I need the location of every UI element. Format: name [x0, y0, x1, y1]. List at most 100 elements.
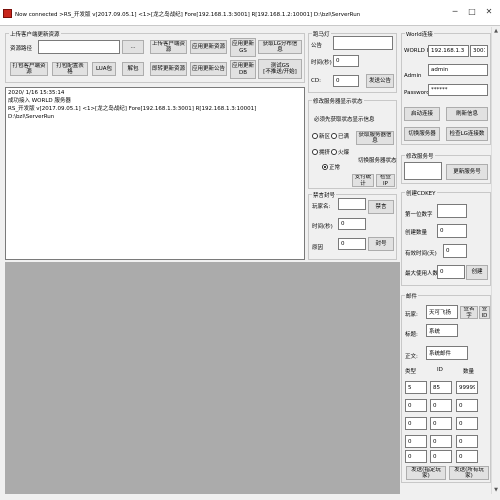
mail-item-count[interactable]: [456, 450, 478, 463]
radio-hot[interactable]: 火爆: [331, 148, 349, 156]
mail-item-type[interactable]: [405, 399, 427, 412]
world-ip-input[interactable]: [428, 45, 469, 57]
apply-notice-button[interactable]: 应用更新公告: [190, 62, 227, 76]
ban-reason-input[interactable]: [338, 238, 366, 250]
get-server-info-button[interactable]: 获取服务器信息: [356, 131, 394, 145]
radio-circle: [331, 133, 337, 139]
mail-item-id[interactable]: [430, 417, 452, 430]
app-icon: [3, 9, 12, 18]
mail-item-type[interactable]: [405, 381, 427, 394]
mail-player-label: 玩家:: [405, 312, 418, 318]
world-port-input[interactable]: [470, 45, 488, 57]
check-ip-button[interactable]: 检查IP: [376, 174, 395, 187]
pack-table-button[interactable]: 打包配置表格: [52, 62, 88, 76]
radio-full[interactable]: 已满: [331, 132, 349, 140]
mail-item-type[interactable]: [405, 417, 427, 430]
log-line: RS_开发版 v[2017.09.05.1] <1>[龙之岛战纪] Fore[1…: [8, 105, 257, 120]
mail-title-label: 标题:: [405, 332, 418, 338]
close-icon[interactable]: ✕: [483, 6, 495, 18]
browse-button[interactable]: ...: [122, 40, 144, 54]
resource-path-label: 资源路径: [10, 46, 33, 52]
get-lg-button[interactable]: 获取LG分布信息: [258, 40, 302, 54]
mail-item-id[interactable]: [430, 450, 452, 463]
mail-item-type[interactable]: [405, 435, 427, 448]
first-number-input[interactable]: [437, 204, 467, 218]
query-name-button[interactable]: 查名字: [460, 306, 478, 319]
sync-update-button[interactable]: 即转更新资源: [150, 62, 187, 76]
create-cdkey-button[interactable]: 创建: [466, 265, 488, 280]
check-lg-button[interactable]: 检查LG连接数: [446, 127, 488, 141]
refresh-info-button[interactable]: 刷新信息: [446, 107, 488, 121]
mail-item-count[interactable]: [456, 417, 478, 430]
mail-item-type[interactable]: [405, 450, 427, 463]
password-input[interactable]: [428, 84, 488, 96]
minimize-icon[interactable]: ─: [449, 6, 461, 18]
update-gs-button[interactable]: 应用更新 GS: [230, 38, 256, 57]
unpack-button[interactable]: 解包: [122, 62, 144, 76]
switch-server-button[interactable]: 切换服务器: [404, 127, 440, 141]
max-users-input[interactable]: [437, 265, 465, 279]
send-one-button[interactable]: 发送(指定玩家): [406, 466, 446, 480]
valid-time-input[interactable]: [443, 244, 467, 258]
apply-update-button[interactable]: 应用更新资源: [190, 40, 227, 54]
create-count-input[interactable]: [437, 224, 467, 238]
mail-player-input[interactable]: [426, 305, 458, 319]
radio-new[interactable]: 新区: [312, 132, 330, 140]
mail-title-input[interactable]: [426, 324, 458, 337]
scroll-up-icon[interactable]: ▲: [492, 27, 500, 35]
scroll-down-icon[interactable]: ▼: [492, 486, 500, 494]
update-serverno-button[interactable]: 更新服务号: [446, 164, 488, 180]
maximize-icon[interactable]: □: [466, 6, 478, 18]
create-count-label: 创建数量: [405, 230, 428, 236]
serverno-input[interactable]: [404, 162, 442, 180]
ban-reason-label: 原因: [312, 245, 324, 251]
mail-item-count[interactable]: [456, 435, 478, 448]
valid-time-label: 有效时间(天): [405, 251, 437, 257]
admin-input[interactable]: [428, 64, 488, 76]
ban-time-input[interactable]: [338, 218, 366, 230]
col-id-header: ID: [437, 367, 443, 373]
test-gs-button[interactable]: 测试GS [不推送/开始]: [258, 59, 302, 79]
vertical-scrollbar[interactable]: ▲ ▼: [491, 27, 500, 494]
radio-busy[interactable]: 拥挤: [312, 148, 330, 156]
marquee-time-input[interactable]: [333, 55, 359, 67]
status-hint: 必须先获取状态显示信息: [314, 117, 375, 123]
pack-local-button[interactable]: 打包客户端资源: [10, 62, 48, 76]
radio-circle: [322, 164, 328, 170]
mute-button[interactable]: 禁言: [368, 200, 394, 214]
mail-body-input[interactable]: [426, 346, 468, 360]
lua-pack-button[interactable]: LUA包: [92, 62, 116, 76]
notice-input[interactable]: [333, 36, 393, 50]
mail-item-count[interactable]: [456, 381, 478, 394]
log-line: 2020/ 1/16 15:35:14: [8, 90, 65, 96]
mail-item-count[interactable]: [456, 399, 478, 412]
log-textarea[interactable]: 2020/ 1/16 15:35:14 成功接入 WORLD 服务器 RS_开发…: [5, 87, 305, 260]
update-db-button[interactable]: 应用更新 DB: [230, 60, 256, 79]
window-title: Now connected >RS_开发版 v[2017.09.05.1] <1…: [15, 12, 361, 18]
support-stats-button[interactable]: 支付统计: [352, 174, 374, 187]
serverno-group-title: 修改服务号: [405, 152, 435, 160]
cd-label: CD:: [311, 78, 321, 84]
query-id-button[interactable]: 查ID: [479, 306, 490, 319]
ban-time-label: 时间(秒): [312, 224, 333, 230]
upload-local-button[interactable]: 上传客户端资源: [150, 40, 187, 54]
start-connect-button[interactable]: 启动连接: [404, 107, 440, 121]
ban-group-title: 禁言封号: [312, 191, 337, 199]
mail-item-id[interactable]: [430, 399, 452, 412]
ban-player-input[interactable]: [338, 198, 366, 210]
send-notice-button[interactable]: 发送公告: [366, 74, 394, 88]
max-users-label: 最大使用人数: [405, 271, 439, 277]
log-line: 成功接入 WORLD 服务器: [8, 97, 71, 104]
switch-status-label: 切换服务器状态: [358, 158, 397, 164]
ban-button[interactable]: 封号: [368, 237, 394, 251]
ban-player-label: 玩家名:: [312, 204, 331, 210]
col-count-header: 数量: [463, 369, 475, 375]
mail-item-id[interactable]: [430, 381, 452, 394]
resource-path-input[interactable]: [38, 40, 120, 54]
cd-input[interactable]: [333, 75, 359, 87]
cdkey-group-title: 创建CDKEY: [405, 189, 437, 197]
radio-normal[interactable]: 正常: [322, 163, 340, 171]
password-label: Password: [404, 90, 430, 96]
mail-item-id[interactable]: [430, 435, 452, 448]
send-all-button[interactable]: 发送(所有玩家): [449, 466, 489, 480]
